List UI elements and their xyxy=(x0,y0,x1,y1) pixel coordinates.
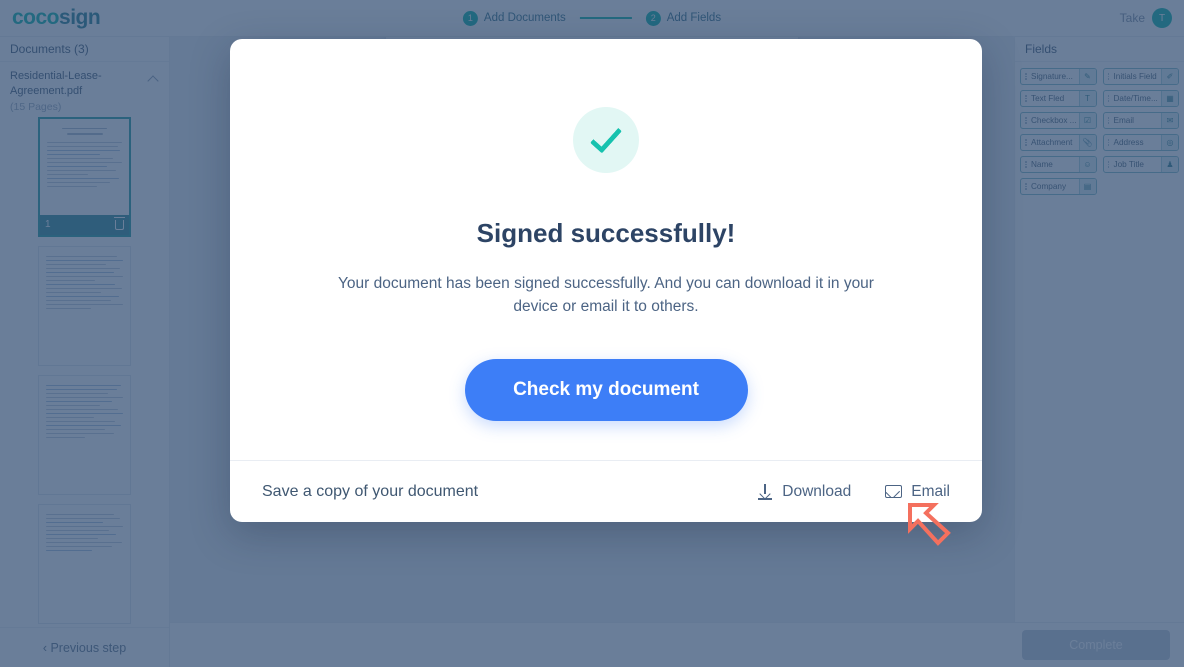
check-my-document-button[interactable]: Check my document xyxy=(464,358,748,421)
modal-title: Signed successfully! xyxy=(476,218,736,248)
signed-successfully-modal: Signed successfully! Your document has b… xyxy=(230,39,982,522)
app-root: cocosign 1 Add Documents 2 Add Fields Ta… xyxy=(0,0,1184,667)
email-label: Email xyxy=(911,482,950,500)
mouse-cursor-arrow xyxy=(908,503,951,546)
download-button[interactable]: Download xyxy=(758,483,851,501)
modal-footer: Save a copy of your document Download Em… xyxy=(230,460,982,522)
download-label: Download xyxy=(782,482,852,500)
download-icon xyxy=(758,483,773,500)
modal-description: Your document has been signed successful… xyxy=(338,275,874,316)
envelope-icon xyxy=(885,485,903,498)
success-check-icon xyxy=(573,107,639,173)
modal-footer-actions: Download Email xyxy=(758,483,950,501)
email-button[interactable]: Email xyxy=(885,483,950,501)
save-copy-label: Save a copy of your document xyxy=(262,482,479,500)
modal-body: Signed successfully! Your document has b… xyxy=(230,39,982,460)
